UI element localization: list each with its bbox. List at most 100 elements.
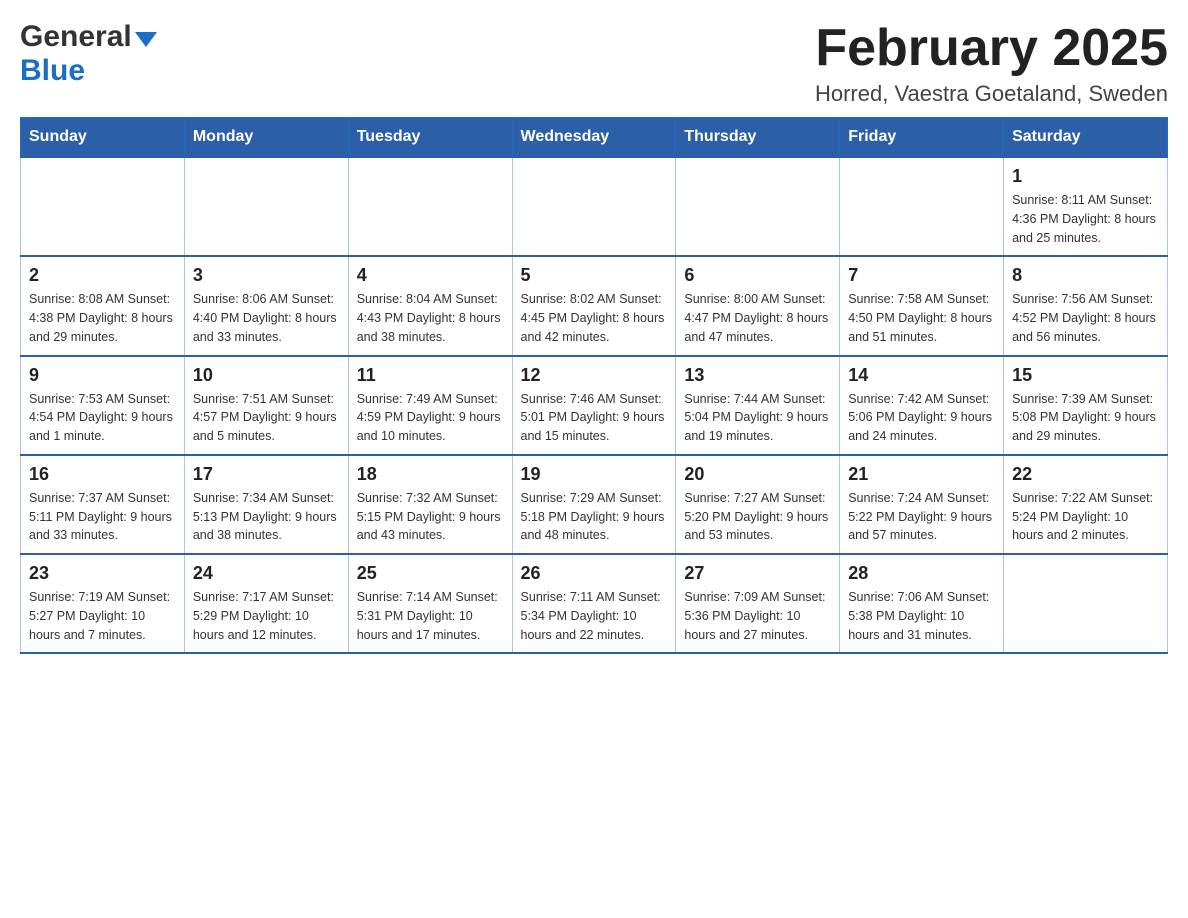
day-info: Sunrise: 7:44 AM Sunset: 5:04 PM Dayligh… [684, 390, 831, 446]
calendar-cell [21, 157, 185, 256]
calendar-cell [1004, 554, 1168, 653]
day-number: 12 [521, 365, 668, 386]
day-info: Sunrise: 7:46 AM Sunset: 5:01 PM Dayligh… [521, 390, 668, 446]
day-number: 24 [193, 563, 340, 584]
day-info: Sunrise: 8:02 AM Sunset: 4:45 PM Dayligh… [521, 290, 668, 346]
day-number: 19 [521, 464, 668, 485]
day-number: 7 [848, 265, 995, 286]
calendar-cell [840, 157, 1004, 256]
day-number: 1 [1012, 166, 1159, 187]
calendar-cell: 24 Sunrise: 7:17 AM Sunset: 5:29 PM Dayli… [184, 554, 348, 653]
logo-arrow-icon [135, 32, 157, 47]
day-info: Sunrise: 7:27 AM Sunset: 5:20 PM Dayligh… [684, 489, 831, 545]
day-number: 17 [193, 464, 340, 485]
day-info: Sunrise: 7:34 AM Sunset: 5:13 PM Dayligh… [193, 489, 340, 545]
day-info: Sunrise: 7:58 AM Sunset: 4:50 PM Dayligh… [848, 290, 995, 346]
calendar-week-row: 9 Sunrise: 7:53 AM Sunset: 4:54 PM Daylig… [21, 356, 1168, 455]
calendar-cell: 19 Sunrise: 7:29 AM Sunset: 5:18 PM Dayli… [512, 455, 676, 554]
logo-general-text: General [20, 20, 132, 54]
calendar-cell: 2 Sunrise: 8:08 AM Sunset: 4:38 PM Daylig… [21, 256, 185, 355]
day-number: 21 [848, 464, 995, 485]
calendar-cell: 17 Sunrise: 7:34 AM Sunset: 5:13 PM Dayli… [184, 455, 348, 554]
calendar-cell: 23Sunrise: 7:19 AM Sunset: 5:27 PM Dayli… [21, 554, 185, 653]
calendar-cell: 10Sunrise: 7:51 AM Sunset: 4:57 PM Dayli… [184, 356, 348, 455]
column-header-thursday: Thursday [676, 118, 840, 158]
day-number: 14 [848, 365, 995, 386]
calendar-header-row: SundayMondayTuesdayWednesdayThursdayFrid… [21, 118, 1168, 158]
calendar-week-row: 2 Sunrise: 8:08 AM Sunset: 4:38 PM Daylig… [21, 256, 1168, 355]
calendar-cell: 13 Sunrise: 7:44 AM Sunset: 5:04 PM Dayli… [676, 356, 840, 455]
day-number: 5 [521, 265, 668, 286]
day-info: Sunrise: 7:42 AM Sunset: 5:06 PM Dayligh… [848, 390, 995, 446]
calendar-cell [676, 157, 840, 256]
day-number: 6 [684, 265, 831, 286]
calendar-cell: 21 Sunrise: 7:24 AM Sunset: 5:22 PM Dayli… [840, 455, 1004, 554]
day-number: 25 [357, 563, 504, 584]
calendar-cell: 7 Sunrise: 7:58 AM Sunset: 4:50 PM Daylig… [840, 256, 1004, 355]
day-info: Sunrise: 7:37 AM Sunset: 5:11 PM Dayligh… [29, 489, 176, 545]
calendar-cell: 3Sunrise: 8:06 AM Sunset: 4:40 PM Daylig… [184, 256, 348, 355]
day-info: Sunrise: 7:24 AM Sunset: 5:22 PM Dayligh… [848, 489, 995, 545]
calendar-week-row: 16 Sunrise: 7:37 AM Sunset: 5:11 PM Dayli… [21, 455, 1168, 554]
calendar-week-row: 1 Sunrise: 8:11 AM Sunset: 4:36 PM Daylig… [21, 157, 1168, 256]
column-header-tuesday: Tuesday [348, 118, 512, 158]
calendar-cell: 12 Sunrise: 7:46 AM Sunset: 5:01 PM Dayli… [512, 356, 676, 455]
calendar-cell: 4Sunrise: 8:04 AM Sunset: 4:43 PM Daylig… [348, 256, 512, 355]
logo-blue-text: Blue [20, 54, 85, 88]
day-info: Sunrise: 7:17 AM Sunset: 5:29 PM Dayligh… [193, 588, 340, 644]
day-number: 22 [1012, 464, 1159, 485]
calendar-cell: 1 Sunrise: 8:11 AM Sunset: 4:36 PM Daylig… [1004, 157, 1168, 256]
day-number: 20 [684, 464, 831, 485]
calendar-cell: 28Sunrise: 7:06 AM Sunset: 5:38 PM Dayli… [840, 554, 1004, 653]
calendar-cell: 9 Sunrise: 7:53 AM Sunset: 4:54 PM Daylig… [21, 356, 185, 455]
calendar-cell: 11 Sunrise: 7:49 AM Sunset: 4:59 PM Dayli… [348, 356, 512, 455]
calendar-cell: 14 Sunrise: 7:42 AM Sunset: 5:06 PM Dayli… [840, 356, 1004, 455]
day-info: Sunrise: 8:11 AM Sunset: 4:36 PM Dayligh… [1012, 191, 1159, 247]
calendar-cell: 18 Sunrise: 7:32 AM Sunset: 5:15 PM Dayli… [348, 455, 512, 554]
day-number: 2 [29, 265, 176, 286]
day-info: Sunrise: 7:56 AM Sunset: 4:52 PM Dayligh… [1012, 290, 1159, 346]
calendar-cell: 25 Sunrise: 7:14 AM Sunset: 5:31 PM Dayli… [348, 554, 512, 653]
day-number: 3 [193, 265, 340, 286]
day-info: Sunrise: 7:09 AM Sunset: 5:36 PM Dayligh… [684, 588, 831, 644]
calendar-cell: 20 Sunrise: 7:27 AM Sunset: 5:20 PM Dayli… [676, 455, 840, 554]
calendar-cell: 6 Sunrise: 8:00 AM Sunset: 4:47 PM Daylig… [676, 256, 840, 355]
day-number: 8 [1012, 265, 1159, 286]
day-info: Sunrise: 7:11 AM Sunset: 5:34 PM Dayligh… [521, 588, 668, 644]
day-number: 13 [684, 365, 831, 386]
location-subtitle: Horred, Vaestra Goetaland, Sweden [815, 81, 1168, 107]
day-info: Sunrise: 7:29 AM Sunset: 5:18 PM Dayligh… [521, 489, 668, 545]
day-number: 11 [357, 365, 504, 386]
day-number: 27 [684, 563, 831, 584]
day-info: Sunrise: 7:32 AM Sunset: 5:15 PM Dayligh… [357, 489, 504, 545]
calendar-cell [512, 157, 676, 256]
day-number: 26 [521, 563, 668, 584]
calendar-table: SundayMondayTuesdayWednesdayThursdayFrid… [20, 117, 1168, 654]
day-number: 9 [29, 365, 176, 386]
day-number: 4 [357, 265, 504, 286]
day-info: Sunrise: 8:08 AM Sunset: 4:38 PM Dayligh… [29, 290, 176, 346]
day-info: Sunrise: 7:51 AM Sunset: 4:57 PM Dayligh… [193, 390, 340, 446]
column-header-friday: Friday [840, 118, 1004, 158]
calendar-cell: 8 Sunrise: 7:56 AM Sunset: 4:52 PM Daylig… [1004, 256, 1168, 355]
page-header: General Blue February 2025 Horred, Vaest… [20, 20, 1168, 107]
day-info: Sunrise: 7:49 AM Sunset: 4:59 PM Dayligh… [357, 390, 504, 446]
calendar-cell: 27 Sunrise: 7:09 AM Sunset: 5:36 PM Dayli… [676, 554, 840, 653]
main-title: February 2025 [815, 20, 1168, 77]
day-info: Sunrise: 7:14 AM Sunset: 5:31 PM Dayligh… [357, 588, 504, 644]
column-header-wednesday: Wednesday [512, 118, 676, 158]
column-header-sunday: Sunday [21, 118, 185, 158]
logo: General Blue [20, 20, 157, 88]
calendar-cell: 26 Sunrise: 7:11 AM Sunset: 5:34 PM Dayli… [512, 554, 676, 653]
calendar-cell: 22Sunrise: 7:22 AM Sunset: 5:24 PM Dayli… [1004, 455, 1168, 554]
calendar-cell: 16 Sunrise: 7:37 AM Sunset: 5:11 PM Dayli… [21, 455, 185, 554]
day-number: 18 [357, 464, 504, 485]
calendar-cell: 15Sunrise: 7:39 AM Sunset: 5:08 PM Dayli… [1004, 356, 1168, 455]
calendar-cell [348, 157, 512, 256]
day-info: Sunrise: 7:53 AM Sunset: 4:54 PM Dayligh… [29, 390, 176, 446]
column-header-saturday: Saturday [1004, 118, 1168, 158]
day-number: 16 [29, 464, 176, 485]
title-block: February 2025 Horred, Vaestra Goetaland,… [815, 20, 1168, 107]
day-info: Sunrise: 8:00 AM Sunset: 4:47 PM Dayligh… [684, 290, 831, 346]
calendar-cell: 5 Sunrise: 8:02 AM Sunset: 4:45 PM Daylig… [512, 256, 676, 355]
